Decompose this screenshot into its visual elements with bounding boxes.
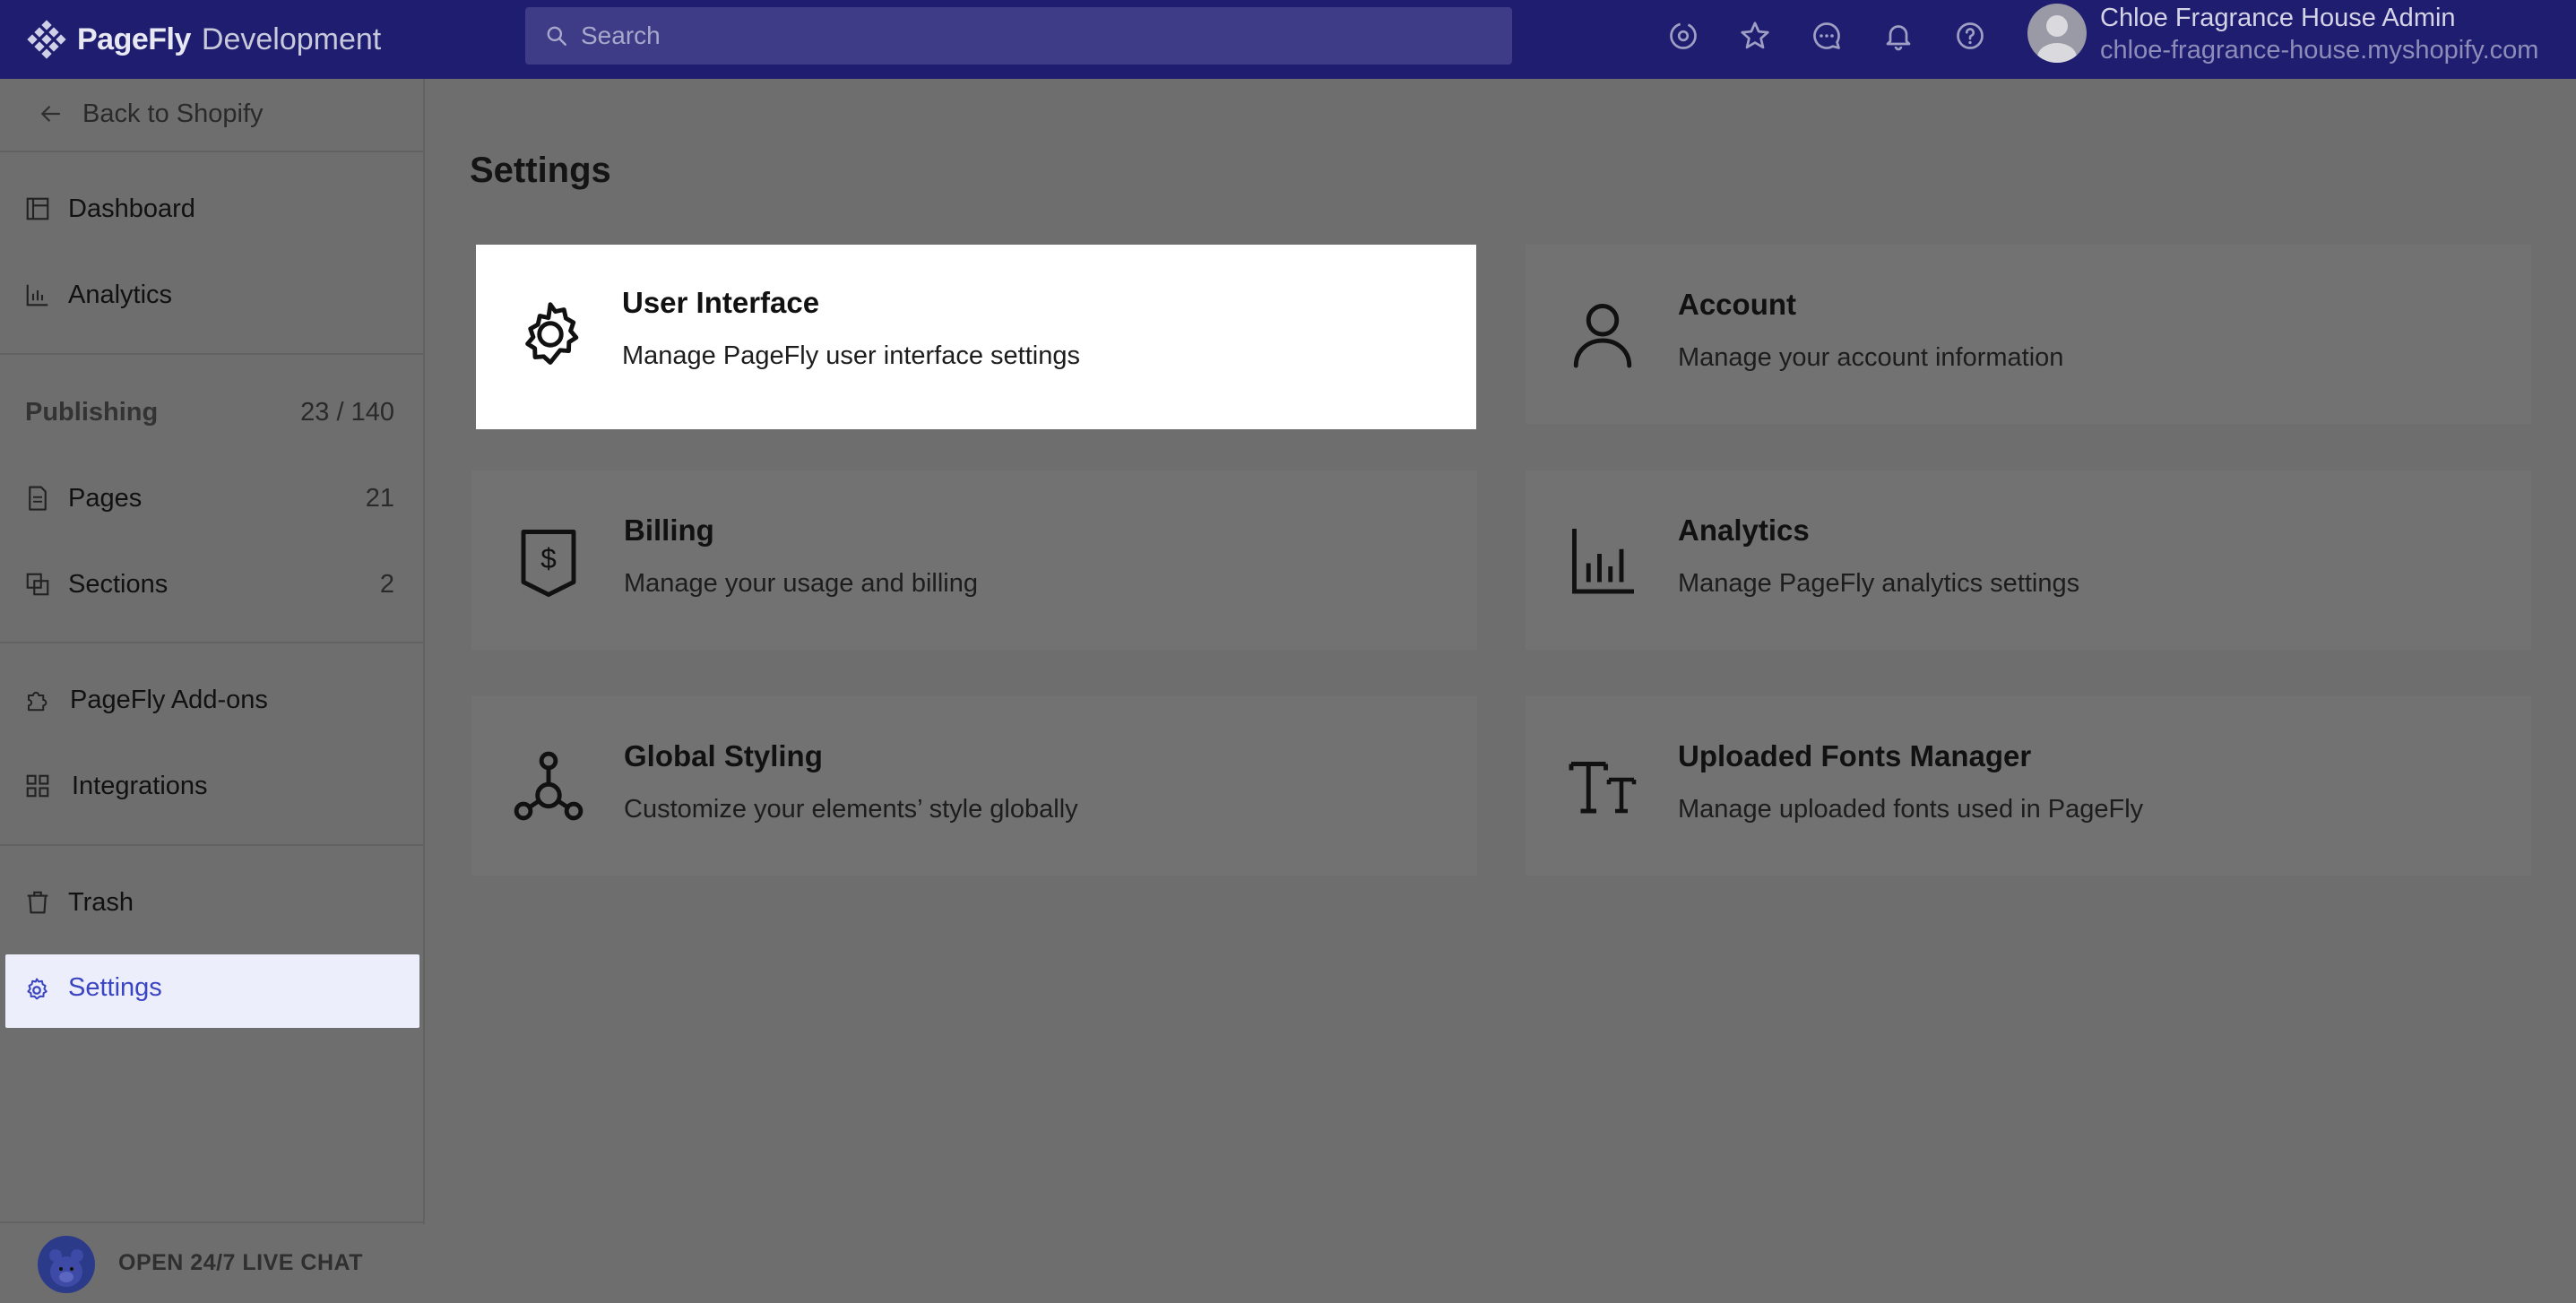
trash-icon	[23, 888, 52, 917]
dollar-tag-icon: $	[511, 522, 586, 598]
bell-icon[interactable]	[1880, 18, 1916, 54]
search-icon	[547, 26, 566, 46]
bear-mascot-icon	[38, 1236, 95, 1293]
settings-card-uploaded-fonts[interactable]: Uploaded Fonts Manager Manage uploaded f…	[1526, 696, 2531, 876]
card-title: Uploaded Fonts Manager	[1678, 739, 2032, 772]
page-icon	[23, 484, 52, 513]
sidebar-item-analytics[interactable]: Analytics	[0, 263, 423, 326]
settings-card-user-interface[interactable]: User Interface Manage PageFly user inter…	[476, 245, 1476, 429]
sidebar-item-label: Analytics	[68, 280, 173, 309]
card-description: Manage PageFly analytics settings	[1678, 569, 2080, 598]
publishing-section-title: Publishing	[25, 398, 159, 427]
sidebar-item-label: Sections	[68, 569, 169, 599]
sidebar: Back to Shopify Dashboard Analytics Publ…	[0, 79, 425, 1293]
pages-count: 21	[365, 483, 394, 513]
svg-text:$: $	[540, 542, 557, 574]
sidebar-item-settings[interactable]: Settings	[5, 954, 419, 1028]
brand-name: PageFly	[77, 22, 191, 56]
publishing-count: 23 / 140	[300, 398, 394, 427]
sidebar-item-label: Integrations	[72, 771, 208, 800]
settings-card-global-styling[interactable]: Global Styling Customize your elements’ …	[471, 696, 1477, 876]
environment-label: Development	[201, 22, 382, 56]
sidebar-item-label: Dashboard	[68, 194, 195, 223]
font-size-icon	[1565, 748, 1640, 824]
card-title: Analytics	[1678, 513, 1810, 547]
card-title: Billing	[624, 513, 714, 547]
live-chat-button[interactable]: OPEN 24/7 LIVE CHAT	[0, 1221, 423, 1303]
back-label: Back to Shopify	[82, 99, 264, 128]
settings-card-analytics[interactable]: Analytics Manage PageFly analytics setti…	[1526, 470, 2531, 650]
card-title: Account	[1678, 288, 1796, 321]
person-icon	[1565, 297, 1640, 372]
sidebar-item-dashboard[interactable]: Dashboard	[0, 177, 423, 240]
search-input[interactable]	[579, 21, 1479, 51]
sidebar-item-addons[interactable]: PageFly Add-ons	[0, 669, 423, 731]
star-icon[interactable]	[1737, 18, 1773, 54]
bar-chart-icon	[23, 280, 52, 309]
bar-chart-icon	[1565, 522, 1640, 598]
pagefly-logo[interactable]: PageFly Development	[25, 16, 381, 63]
gear-icon	[23, 977, 52, 1005]
card-title: Global Styling	[624, 739, 823, 772]
settings-card-account[interactable]: Account Manage your account information	[1526, 245, 2531, 424]
user-shop-domain[interactable]: chloe-fragrance-house.myshopify.com	[2100, 36, 2538, 65]
live-chat-label: OPEN 24/7 LIVE CHAT	[118, 1250, 363, 1275]
arrow-left-icon	[36, 99, 65, 128]
settings-card-billing[interactable]: $ Billing Manage your usage and billing	[471, 470, 1477, 650]
avatar[interactable]	[2027, 4, 2087, 63]
apps-grid-icon	[23, 772, 52, 800]
top-bar: PageFly Development Chloe Fragrance Hous…	[0, 0, 2576, 79]
sidebar-item-label: Trash	[68, 887, 134, 917]
sidebar-item-trash[interactable]: Trash	[0, 871, 423, 934]
chat-icon[interactable]	[1809, 18, 1845, 54]
sidebar-item-sections[interactable]: Sections 2	[0, 553, 423, 616]
sidebar-item-pages[interactable]: Pages 21	[0, 467, 423, 530]
page-title: Settings	[470, 151, 611, 190]
settings-sync-icon[interactable]	[1665, 18, 1701, 54]
card-description: Manage uploaded fonts used in PageFly	[1678, 795, 2144, 824]
gear-icon	[513, 297, 588, 372]
sections-count: 2	[379, 569, 394, 599]
molecule-icon	[511, 748, 586, 824]
back-to-shopify-link[interactable]: Back to Shopify	[0, 82, 423, 145]
search-bar[interactable]	[525, 7, 1512, 65]
sidebar-item-label: Pages	[68, 483, 143, 513]
sections-icon	[23, 570, 52, 599]
card-description: Customize your elements’ style globally	[624, 795, 1078, 824]
card-description: Manage your usage and billing	[624, 569, 978, 598]
dashboard-icon	[23, 194, 52, 223]
sidebar-item-label: Settings	[68, 973, 162, 1002]
card-description: Manage PageFly user interface settings	[622, 341, 1080, 370]
pagefly-logo-icon	[27, 20, 66, 59]
sidebar-item-integrations[interactable]: Integrations	[0, 755, 423, 817]
card-title: User Interface	[622, 286, 820, 319]
puzzle-icon	[23, 686, 52, 714]
sidebar-item-label: PageFly Add-ons	[70, 685, 268, 714]
user-name[interactable]: Chloe Fragrance House Admin	[2100, 4, 2456, 33]
help-icon[interactable]	[1952, 18, 1988, 54]
card-description: Manage your account information	[1678, 343, 2064, 372]
user-avatar-icon	[2037, 15, 2077, 63]
